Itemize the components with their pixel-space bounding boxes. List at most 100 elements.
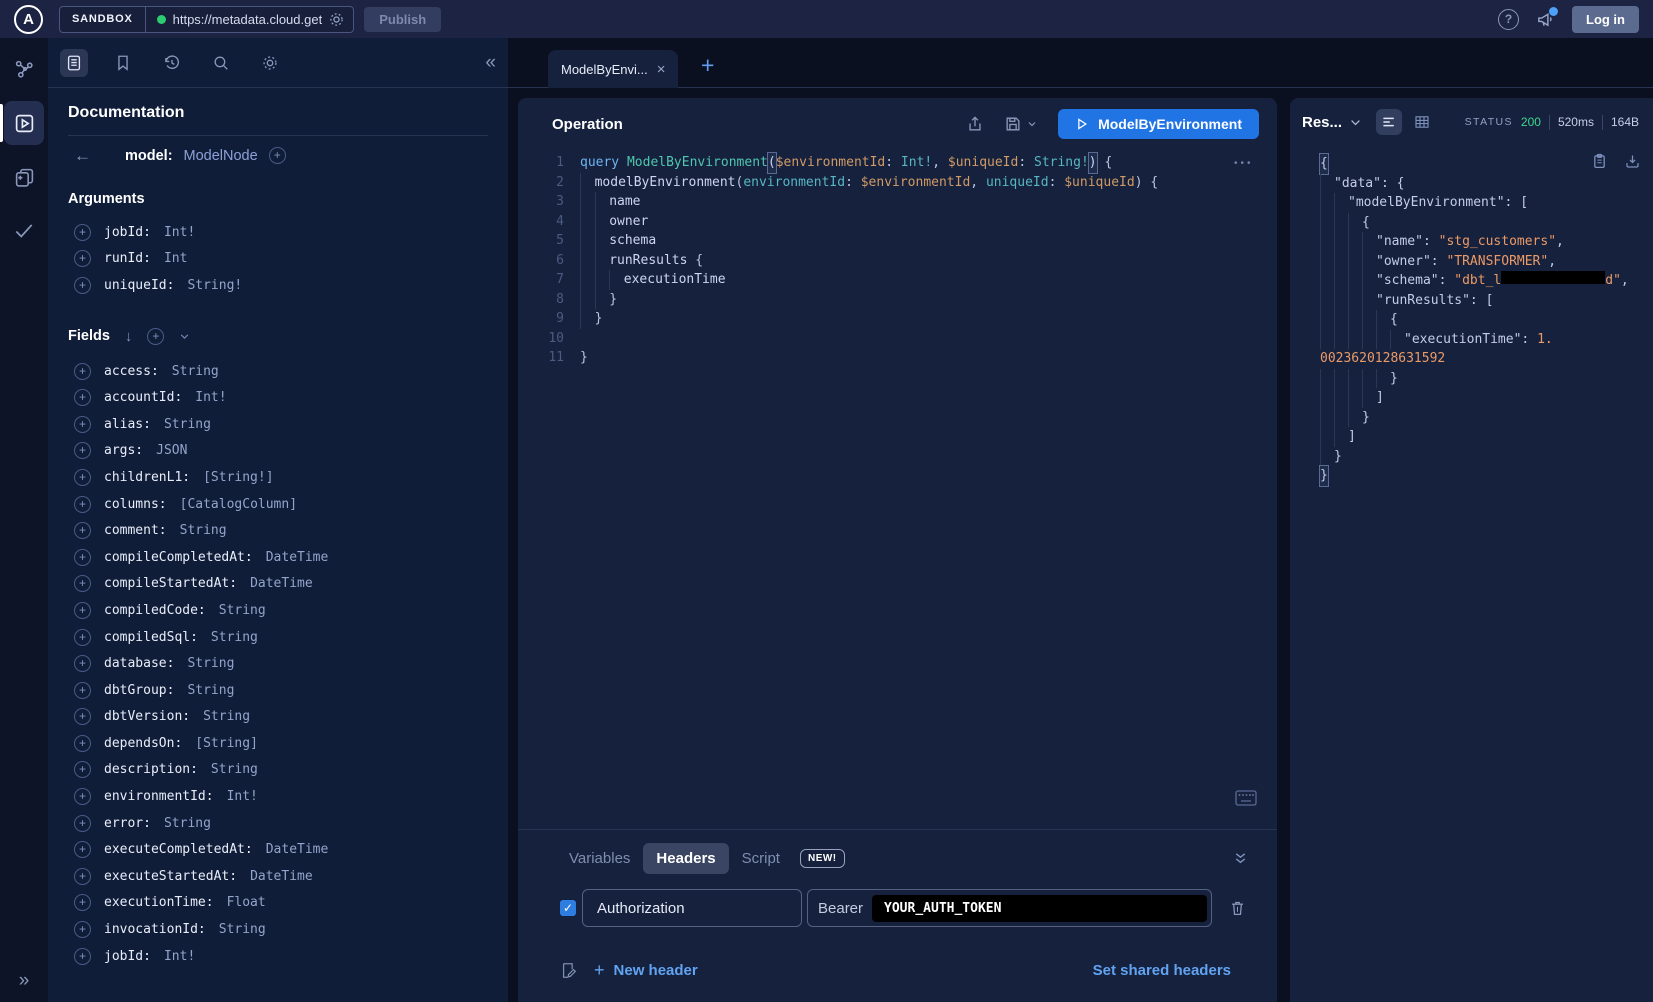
delete-header-icon[interactable]: [1229, 899, 1246, 917]
set-shared-headers-link[interactable]: Set shared headers: [1093, 962, 1231, 979]
add-field-icon[interactable]: +: [74, 735, 91, 752]
sidebar-item-schema[interactable]: [0, 46, 48, 92]
add-all-fields-icon[interactable]: +: [269, 147, 286, 164]
tree-view-toggle-icon[interactable]: [1376, 109, 1402, 135]
chevron-down-icon[interactable]: [179, 331, 190, 342]
header-enabled-checkbox[interactable]: ✓: [560, 900, 576, 916]
doc-field-row[interactable]: +executeStartedAt:DateTime: [68, 863, 488, 890]
sidebar-item-explorer[interactable]: [0, 100, 48, 146]
add-field-icon[interactable]: +: [74, 442, 91, 459]
sidebar-item-collections[interactable]: [0, 154, 48, 200]
endpoint-url-input[interactable]: https://metadata.cloud.get: [173, 12, 323, 27]
doc-field-row[interactable]: +compileCompletedAt:DateTime: [68, 544, 488, 571]
collapse-panel-icon[interactable]: «: [485, 53, 496, 72]
doc-field-row[interactable]: +compiledSql:String: [68, 624, 488, 651]
editor-line[interactable]: 2modelByEnvironment(environmentId: $envi…: [518, 173, 1277, 193]
sidebar-item-checks[interactable]: [0, 208, 48, 254]
add-field-icon[interactable]: +: [74, 416, 91, 433]
download-response-icon[interactable]: [1624, 152, 1641, 170]
response-json-viewer[interactable]: {"data": {"modelByEnvironment": [{"name"…: [1290, 146, 1653, 486]
header-value-input[interactable]: Bearer YOUR_AUTH_TOKEN: [807, 889, 1212, 927]
add-field-icon[interactable]: +: [74, 788, 91, 805]
doc-field-row[interactable]: +jobId:Int!: [68, 943, 488, 970]
back-arrow-icon[interactable]: ←: [74, 147, 91, 164]
doc-field-row[interactable]: +dependsOn:[String]: [68, 730, 488, 757]
tab-modelbyenvironment[interactable]: ModelByEnvi... ×: [548, 50, 678, 88]
save-dropdown-chevron-icon[interactable]: [1026, 118, 1038, 130]
doc-field-row[interactable]: +access:String: [68, 358, 488, 385]
endpoint-settings-gear-icon[interactable]: [328, 11, 345, 28]
doc-field-row[interactable]: +database:String: [68, 650, 488, 677]
settings-gear-icon[interactable]: [256, 49, 284, 77]
add-field-icon[interactable]: +: [74, 522, 91, 539]
new-header-button[interactable]: + New header: [594, 960, 698, 981]
doc-field-row[interactable]: +dbtVersion:String: [68, 704, 488, 731]
doc-field-row[interactable]: +jobId:Int!: [68, 219, 488, 246]
breadcrumb-type-link[interactable]: ModelNode: [184, 148, 258, 164]
doc-field-row[interactable]: +alias:String: [68, 411, 488, 438]
help-icon[interactable]: ?: [1498, 9, 1519, 30]
sort-arrow-icon[interactable]: ↓: [125, 328, 133, 345]
search-icon[interactable]: [207, 49, 235, 77]
close-icon[interactable]: ×: [657, 62, 666, 77]
doc-field-row[interactable]: +compiledCode:String: [68, 597, 488, 624]
save-icon[interactable]: [1004, 115, 1022, 133]
doc-field-row[interactable]: +description:String: [68, 757, 488, 784]
share-icon[interactable]: [966, 115, 984, 133]
editor-line[interactable]: 1query ModelByEnvironment($environmentId…: [518, 153, 1277, 173]
add-field-icon[interactable]: +: [74, 682, 91, 699]
editor-line[interactable]: 4owner: [518, 212, 1277, 232]
doc-field-row[interactable]: +dbtGroup:String: [68, 677, 488, 704]
add-field-icon[interactable]: +: [74, 761, 91, 778]
doc-field-row[interactable]: +childrenL1:[String!]: [68, 464, 488, 491]
bookmark-icon[interactable]: [109, 49, 137, 77]
add-tab-icon[interactable]: +: [701, 54, 714, 77]
add-field-icon[interactable]: +: [74, 602, 91, 619]
collapse-bottom-panel-icon[interactable]: [1232, 850, 1249, 867]
doc-field-row[interactable]: +accountId:Int!: [68, 384, 488, 411]
add-field-icon[interactable]: +: [74, 496, 91, 513]
response-dropdown-chevron-icon[interactable]: [1349, 116, 1362, 129]
keyboard-shortcuts-icon[interactable]: [1235, 790, 1257, 806]
add-fields-icon[interactable]: +: [147, 328, 164, 345]
doc-field-row[interactable]: +columns:[CatalogColumn]: [68, 491, 488, 518]
history-icon[interactable]: [158, 49, 186, 77]
add-field-icon[interactable]: +: [74, 277, 91, 294]
add-field-icon[interactable]: +: [74, 815, 91, 832]
doc-field-row[interactable]: +executionTime:Float: [68, 890, 488, 917]
tab-variables[interactable]: Variables: [556, 843, 643, 874]
editor-line[interactable]: 6runResults {: [518, 251, 1277, 271]
add-field-icon[interactable]: +: [74, 389, 91, 406]
add-field-icon[interactable]: +: [74, 363, 91, 380]
add-field-icon[interactable]: +: [74, 655, 91, 672]
add-field-icon[interactable]: +: [74, 841, 91, 858]
add-field-icon[interactable]: +: [74, 948, 91, 965]
header-name-input[interactable]: Authorization: [582, 889, 802, 927]
copy-response-icon[interactable]: [1591, 152, 1608, 170]
add-field-icon[interactable]: +: [74, 708, 91, 725]
add-field-icon[interactable]: +: [74, 629, 91, 646]
doc-field-row[interactable]: +args:JSON: [68, 438, 488, 465]
auth-token-value[interactable]: YOUR_AUTH_TOKEN: [872, 895, 1207, 922]
doc-field-row[interactable]: +comment:String: [68, 517, 488, 544]
add-field-icon[interactable]: +: [74, 549, 91, 566]
doc-field-row[interactable]: +compileStartedAt:DateTime: [68, 571, 488, 598]
add-field-icon[interactable]: +: [74, 224, 91, 241]
editor-line[interactable]: 3name: [518, 192, 1277, 212]
add-field-icon[interactable]: +: [74, 868, 91, 885]
login-button[interactable]: Log in: [1572, 6, 1639, 33]
doc-field-row[interactable]: +error:String: [68, 810, 488, 837]
expand-rail-icon[interactable]: »: [0, 970, 48, 992]
editor-line[interactable]: 8}: [518, 290, 1277, 310]
doc-field-row[interactable]: +runId:Int: [68, 246, 488, 273]
editor-line[interactable]: 5schema: [518, 231, 1277, 251]
run-operation-button[interactable]: ModelByEnvironment: [1058, 109, 1259, 139]
add-field-icon[interactable]: +: [74, 250, 91, 267]
publish-button[interactable]: Publish: [364, 7, 441, 32]
tab-headers[interactable]: Headers: [643, 843, 728, 874]
editor-line[interactable]: 11}: [518, 348, 1277, 368]
add-field-icon[interactable]: +: [74, 575, 91, 592]
add-field-icon[interactable]: +: [74, 921, 91, 938]
editor-line[interactable]: 10: [518, 329, 1277, 349]
apollo-logo[interactable]: A: [14, 5, 43, 34]
